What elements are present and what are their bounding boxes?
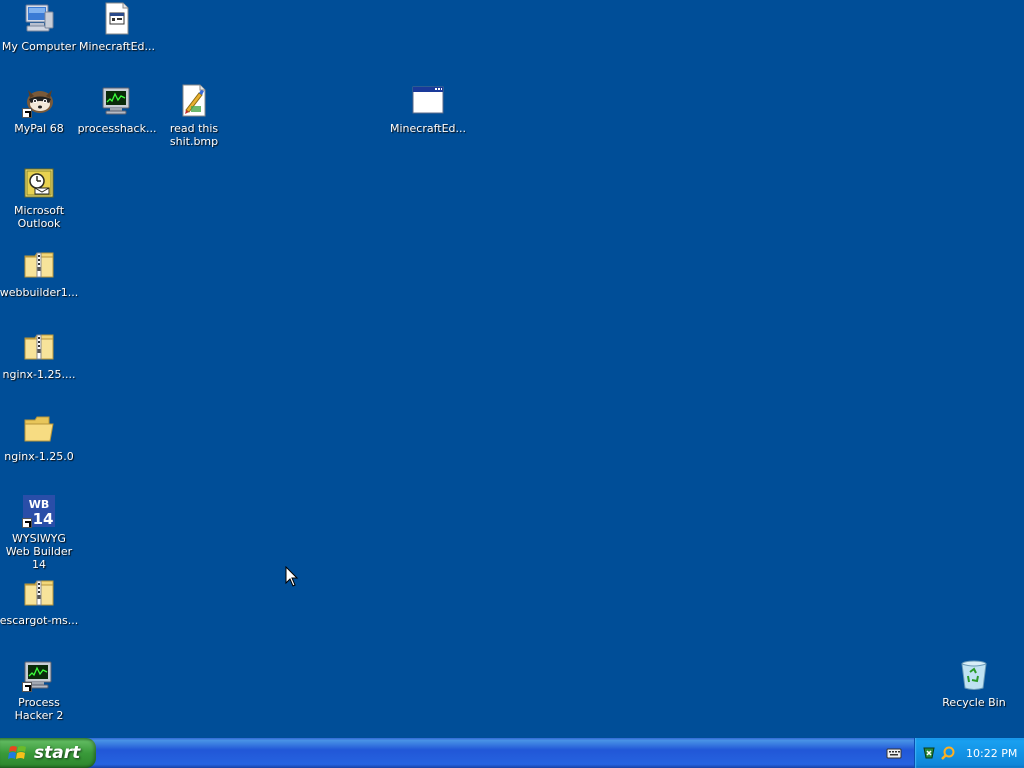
- search-icon[interactable]: [940, 745, 956, 761]
- outlook-icon: [22, 166, 56, 200]
- desktop-icon-label: nginx-1.25....: [2, 368, 76, 381]
- system-tray: 10:22 PM: [914, 738, 1024, 768]
- wb14-icon: WB 14: [22, 494, 56, 528]
- desktop-icon-minecraft-ed[interactable]: MinecraftEd...: [79, 2, 155, 53]
- zip-folder-icon: [22, 248, 56, 282]
- application-file-icon: [100, 2, 134, 36]
- desktop-icon-my-computer[interactable]: My Computer: [1, 2, 77, 53]
- desktop-icon-escargot-zip[interactable]: escargot-ms...: [0, 576, 79, 627]
- zip-folder-icon: [22, 330, 56, 364]
- bitmap-image-icon: [177, 84, 211, 118]
- taskbar: start 10:22 PM: [0, 738, 1024, 768]
- desktop-icon-process-hacker[interactable]: Process Hacker 2: [1, 658, 77, 722]
- desktop[interactable]: My Computer MinecraftEd... MyPal 68 proc…: [0, 0, 1024, 738]
- desktop-icon-label: MyPal 68: [14, 122, 64, 135]
- folder-icon: [22, 412, 56, 446]
- windows-logo-icon: [8, 746, 26, 759]
- mouse-cursor-icon: [285, 566, 299, 587]
- process-monitor-icon: [100, 84, 134, 118]
- zip-folder-icon: [22, 576, 56, 610]
- desktop-icon-webbuilder-zip[interactable]: webbuilder1...: [0, 248, 79, 299]
- desktop-icon-nginx-zip[interactable]: nginx-1.25....: [1, 330, 77, 381]
- desktop-icon-label: processhack...: [77, 122, 157, 135]
- desktop-icon-recycle-bin[interactable]: Recycle Bin: [936, 658, 1012, 709]
- desktop-icon-label: Process Hacker 2: [14, 696, 64, 722]
- desktop-icon-label: MinecraftEd...: [390, 122, 467, 135]
- desktop-icon-label: My Computer: [1, 40, 77, 53]
- desktop-icon-minecraft-ed-2[interactable]: MinecraftEd...: [390, 84, 466, 135]
- network-status-icon[interactable]: [921, 745, 937, 761]
- shortcut-arrow-icon: [22, 682, 32, 692]
- desktop-icon-nginx-folder[interactable]: nginx-1.25.0: [1, 412, 77, 463]
- desktop-icon-label: read this shit.bmp: [169, 122, 219, 148]
- recycle-bin-icon: [957, 658, 991, 692]
- shortcut-arrow-icon: [22, 108, 32, 118]
- computer-icon: [22, 2, 56, 36]
- desktop-icon-label: MinecraftEd...: [79, 40, 156, 53]
- desktop-icon-label: nginx-1.25.0: [4, 450, 74, 463]
- desktop-icon-wysiwyg-web-builder[interactable]: WB 14 WYSIWYG Web Builder 14: [1, 494, 77, 571]
- raccoon-browser-icon: [22, 84, 56, 118]
- process-monitor-icon: [22, 658, 56, 692]
- desktop-icon-label: webbuilder1...: [0, 286, 79, 299]
- desktop-icon-label: WYSIWYG Web Builder 14: [5, 532, 73, 571]
- desktop-icon-label: Microsoft Outlook: [13, 204, 65, 230]
- shortcut-arrow-icon: [22, 518, 32, 528]
- window-application-icon: [411, 84, 445, 118]
- start-button[interactable]: start: [0, 738, 96, 768]
- desktop-icon-outlook[interactable]: Microsoft Outlook: [1, 166, 77, 230]
- keyboard-icon[interactable]: [886, 745, 902, 761]
- start-label: start: [34, 743, 81, 763]
- desktop-icon-processhacker-file[interactable]: processhack...: [77, 84, 157, 135]
- desktop-icon-label: Recycle Bin: [942, 696, 1006, 709]
- clock[interactable]: 10:22 PM: [966, 747, 1017, 760]
- desktop-icon-label: escargot-ms...: [0, 614, 79, 627]
- desktop-icon-mypal[interactable]: MyPal 68: [1, 84, 77, 135]
- wb14-logo-bottom: 14: [33, 510, 54, 528]
- desktop-icon-read-this-bmp[interactable]: read this shit.bmp: [156, 84, 232, 148]
